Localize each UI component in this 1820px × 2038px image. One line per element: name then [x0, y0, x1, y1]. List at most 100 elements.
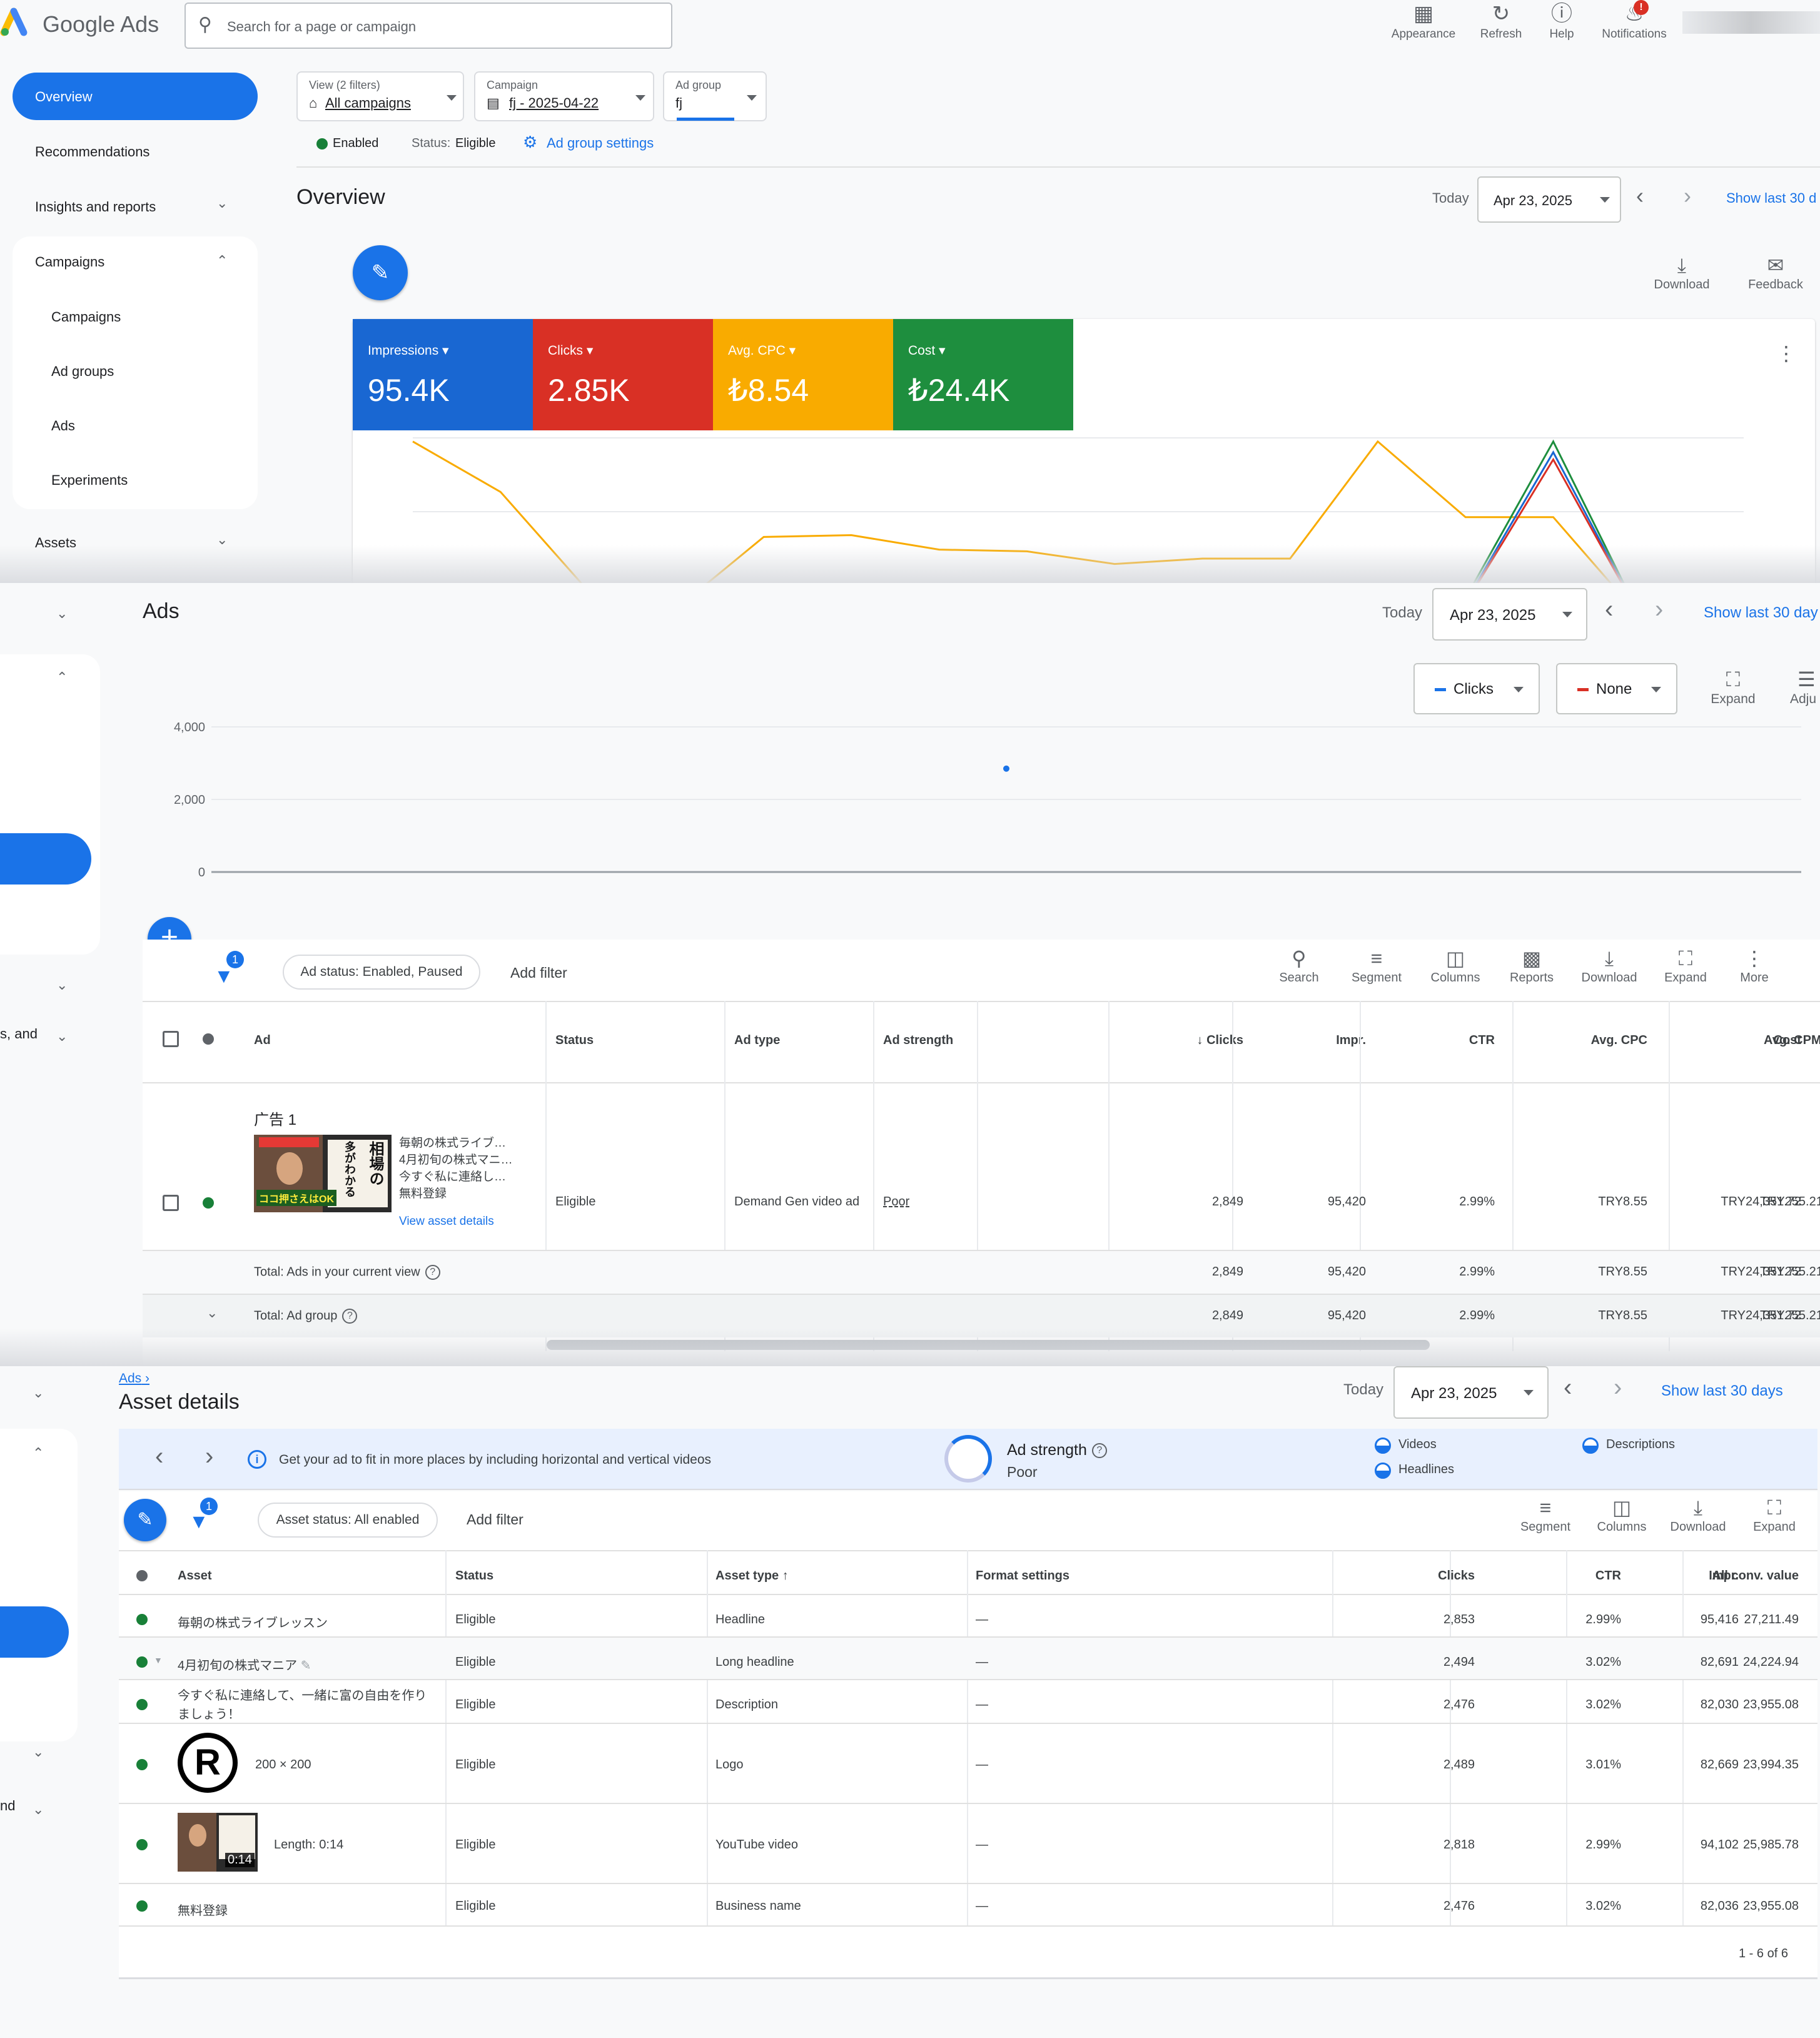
sidebar-item-ad-groups[interactable]: Ad groups	[51, 363, 114, 380]
metric-tile-avg-cpc[interactable]: Avg. CPC ▾ ₺8.54	[713, 319, 893, 430]
chevron-up-icon[interactable]: ⌃	[56, 669, 68, 686]
segment-button[interactable]: ≡ Segment	[1511, 1495, 1580, 1534]
metric2-select[interactable]: None	[1556, 663, 1677, 714]
sidebar-partial-label[interactable]: nd	[0, 1798, 15, 1814]
expand-caret-icon[interactable]: ▼	[154, 1655, 163, 1665]
table-download-button[interactable]: ⤓ Download	[1575, 946, 1644, 985]
chevron-right-icon[interactable]: ›	[205, 1442, 213, 1471]
show-last-30-days-link[interactable]: Show last 30 day	[1704, 604, 1818, 622]
col-header-ad[interactable]: Ad	[254, 1033, 271, 1048]
prev-period-button[interactable]: ‹	[1564, 1374, 1572, 1402]
metric-tile-impressions[interactable]: Impressions ▾ 95.4K	[353, 319, 533, 430]
sidebar-item-campaigns-group[interactable]: Campaigns	[35, 254, 104, 270]
edit-pencil-icon[interactable]: ✎	[301, 1659, 311, 1673]
chevron-down-icon[interactable]: ⌄	[33, 1385, 44, 1401]
search-input[interactable]: ⚲ Search for a page or campaign	[185, 3, 672, 49]
chart-expand-button[interactable]: ⛶ Expand	[1699, 667, 1767, 707]
view-asset-details-link[interactable]: View asset details	[399, 1215, 494, 1229]
chevron-down-icon[interactable]: ⌄	[33, 1802, 44, 1818]
ad-strength[interactable]: Poor	[883, 1195, 909, 1209]
col-header-status[interactable]: Status	[555, 1033, 594, 1048]
add-filter-button[interactable]: Add filter	[510, 965, 567, 981]
sidebar-selected-item[interactable]	[0, 833, 91, 885]
sort-up-icon[interactable]: ↑	[782, 1569, 789, 1583]
col-header-asset[interactable]: Asset	[178, 1569, 211, 1583]
table-expand-button[interactable]: ⛶ Expand	[1651, 946, 1720, 985]
col-header-format[interactable]: Format settings	[976, 1569, 1069, 1583]
col-header-ad-type[interactable]: Ad type	[734, 1033, 780, 1048]
chevron-down-icon[interactable]: ⌄	[33, 1744, 44, 1760]
account-blurred[interactable]	[1682, 11, 1820, 34]
asset-text[interactable]: 無料登録	[178, 1900, 228, 1919]
campaign-select[interactable]: Campaign ▤ fj - 2025-04-22	[474, 71, 654, 121]
sidebar-item-recommendations[interactable]: Recommendations	[35, 144, 149, 160]
help-icon[interactable]: ?	[425, 1265, 440, 1280]
row-checkbox[interactable]	[163, 1195, 179, 1211]
next-period-button[interactable]: ›	[1655, 596, 1663, 624]
prev-period-button[interactable]: ‹	[1605, 596, 1613, 624]
ad-thumbnail[interactable]: 相場の 多がわかる ココ押さえはOK	[254, 1135, 392, 1212]
help-icon[interactable]: ?	[1091, 1443, 1107, 1459]
ad-status-filter-chip[interactable]: Ad status: Enabled, Paused	[283, 955, 480, 990]
edit-pencil-button[interactable]: ✎	[353, 245, 408, 300]
ad-name[interactable]: 广告 1	[254, 1107, 296, 1129]
col-header-status[interactable]: Status	[455, 1569, 493, 1583]
col-header-conv-value[interactable]: All conv. value	[1620, 1569, 1799, 1583]
sidebar-item-insights[interactable]: Insights and reports	[35, 199, 156, 215]
asset-text[interactable]: 今すぐ私に連絡して、一緒に富の自由を作りましょう！	[178, 1686, 428, 1724]
asset-text[interactable]: 4月初旬の株式マニア	[178, 1659, 297, 1673]
segment-button[interactable]: ≡ Segment	[1342, 946, 1411, 985]
more-button[interactable]: ⋮ More	[1720, 946, 1789, 985]
chevron-left-icon[interactable]: ‹	[155, 1442, 163, 1471]
sidebar-item-campaigns[interactable]: Campaigns	[51, 309, 121, 325]
expand-button[interactable]: ⛶ Expand	[1740, 1495, 1809, 1534]
select-all-checkbox[interactable]	[163, 1031, 179, 1047]
next-period-button[interactable]: ›	[1614, 1374, 1622, 1402]
columns-button[interactable]: ◫ Columns	[1587, 1495, 1656, 1534]
help-icon[interactable]: ?	[342, 1309, 358, 1324]
chevron-down-icon[interactable]: ⌄	[56, 606, 68, 622]
sidebar-item-overview[interactable]: Overview	[13, 73, 258, 120]
metric-tile-cost[interactable]: Cost ▾ ₺24.4K	[893, 319, 1073, 430]
sort-arrow-icon[interactable]: ↓	[1197, 1033, 1207, 1047]
more-vert-icon[interactable]: ⋮	[1776, 342, 1796, 365]
sidebar-partial-label[interactable]: s, and	[0, 1026, 38, 1042]
prev-period-button[interactable]: ‹	[1636, 183, 1644, 209]
show-last-30-days-link[interactable]: Show last 30 days	[1661, 1382, 1783, 1400]
sidebar-selected-item[interactable]	[0, 1606, 69, 1658]
feedback-button[interactable]: ✉ Feedback	[1741, 253, 1810, 292]
show-last-30-days-link[interactable]: Show last 30 d	[1726, 190, 1816, 206]
columns-button[interactable]: ◫ Columns	[1421, 946, 1490, 985]
col-header-asset-type[interactable]: Asset type	[715, 1569, 779, 1583]
col-header-avg-cpm[interactable]: Avg. CPM	[1764, 1033, 1820, 1048]
chevron-down-icon[interactable]: ⌄	[56, 1028, 68, 1045]
chevron-down-icon[interactable]: ⌄	[56, 977, 68, 993]
video-thumbnail[interactable]: 0:14	[178, 1813, 258, 1872]
gear-icon[interactable]: ⚙	[523, 133, 537, 152]
metric1-select[interactable]: Clicks	[1413, 663, 1540, 714]
date-picker[interactable]: Apr 23, 2025	[1477, 176, 1621, 223]
chevron-down-icon[interactable]: ⌄	[216, 195, 228, 211]
breadcrumb-ads-link[interactable]: Ads	[119, 1371, 141, 1386]
download-button[interactable]: ⤓ Download	[1647, 253, 1716, 292]
reports-button[interactable]: ▩ Reports	[1497, 946, 1566, 985]
chevron-up-icon[interactable]: ⌃	[216, 253, 228, 269]
chart-adjust-button[interactable]: ☰ Adju	[1770, 667, 1820, 707]
sidebar-item-ads[interactable]: Ads	[51, 418, 75, 434]
view-filter-select[interactable]: View (2 filters) ⌂ All campaigns	[296, 71, 464, 121]
chevron-down-icon[interactable]: ⌄	[206, 1305, 218, 1321]
filter-icon[interactable]: ▼	[214, 965, 234, 988]
asset-text[interactable]: 毎朝の株式ライブレッスン	[178, 1613, 328, 1631]
chevron-up-icon[interactable]: ⌃	[33, 1445, 44, 1461]
asset-status-filter-chip[interactable]: Asset status: All enabled	[258, 1503, 438, 1538]
sidebar-item-experiments[interactable]: Experiments	[51, 472, 128, 489]
ad-group-select[interactable]: Ad group fj	[663, 71, 767, 121]
next-period-button[interactable]: ›	[1684, 183, 1691, 209]
metric-tile-clicks[interactable]: Clicks ▾ 2.85K	[533, 319, 713, 430]
edit-pencil-button[interactable]: ✎	[124, 1499, 166, 1541]
logo-image[interactable]: R	[178, 1733, 238, 1793]
date-picker[interactable]: Apr 23, 2025	[1432, 588, 1587, 641]
col-header-ad-strength[interactable]: Ad strength	[883, 1033, 953, 1048]
help-button[interactable]: ⓘ Help	[1524, 0, 1599, 41]
table-search-button[interactable]: ⚲ Search	[1265, 946, 1333, 985]
